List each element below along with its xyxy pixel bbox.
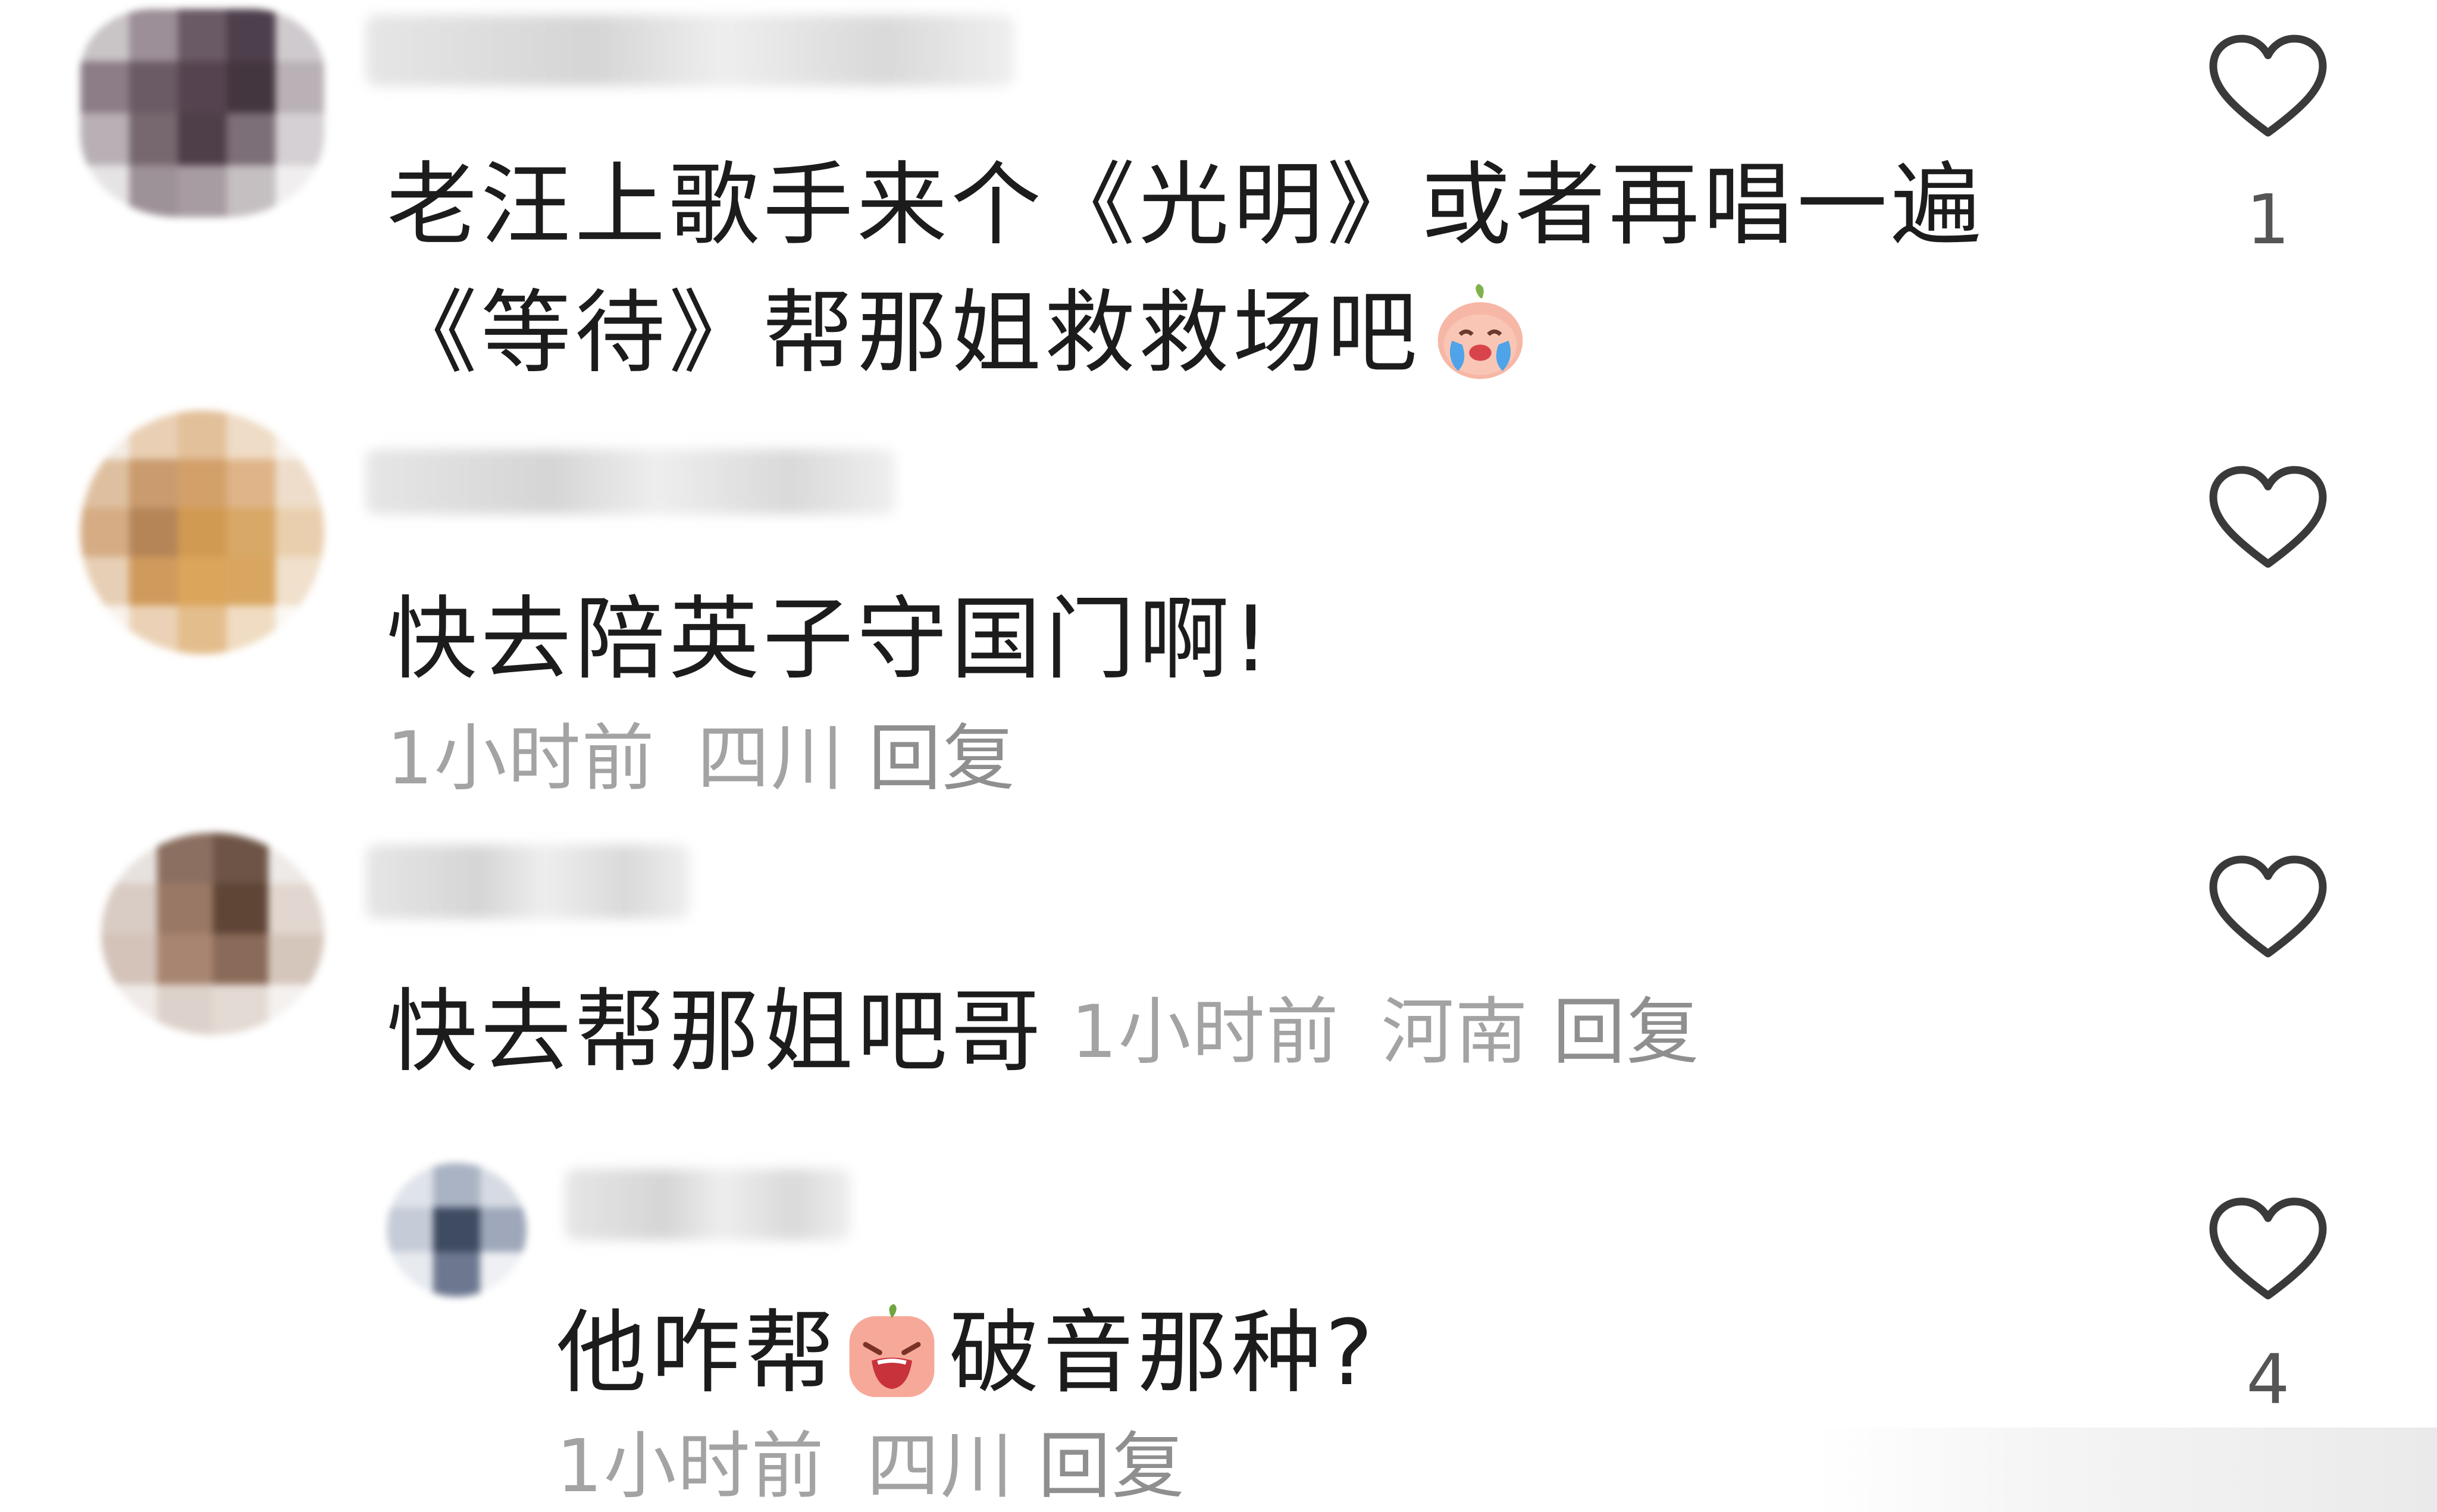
username-blurred[interactable] xyxy=(565,1169,851,1240)
comment-text: 他咋帮 破音那种? xyxy=(556,1291,1377,1416)
comment-text-line: 《等待》帮那姐救救场吧 xyxy=(387,280,1421,385)
crying-peach-emoji xyxy=(1427,282,1534,383)
bottom-fade xyxy=(1815,1428,2437,1512)
location: 四川 xyxy=(866,1424,1014,1508)
username-blurred[interactable] xyxy=(366,15,1014,86)
timestamp: 1小时前 xyxy=(556,1424,825,1508)
comment-text-part: 他咋帮 xyxy=(556,1300,838,1406)
reply-button[interactable]: 回复 xyxy=(869,716,1016,801)
comment-text: 快去陪英子守国门啊! xyxy=(387,586,1273,692)
avatar[interactable] xyxy=(101,833,324,1035)
comment-meta: 1小时前 河南 回复 xyxy=(1071,987,1700,1077)
heart-outline-icon[interactable] xyxy=(2209,1196,2328,1303)
reply-button[interactable]: 回复 xyxy=(1038,1424,1186,1508)
heart-outline-icon[interactable] xyxy=(2209,33,2328,140)
location: 河南 xyxy=(1381,990,1529,1074)
comment-text: 快去帮那姐吧哥 xyxy=(387,970,1045,1094)
username-blurred[interactable] xyxy=(366,845,690,919)
avatar[interactable] xyxy=(80,410,324,654)
location: 四川 xyxy=(697,716,845,801)
comment-text: 老汪上歌手来个《光明》或者再唱一遍 xyxy=(387,152,1985,258)
comment-text-body: 快去帮那姐吧哥 xyxy=(387,979,1045,1084)
reply-button[interactable]: 回复 xyxy=(1553,990,1700,1074)
timestamp: 1小时前 xyxy=(387,716,656,801)
timestamp: 1小时前 xyxy=(1071,990,1340,1074)
heart-outline-icon[interactable] xyxy=(2209,464,2328,571)
comment-meta: 1小时前 四川 回复 xyxy=(556,1422,1186,1511)
heart-outline-icon[interactable] xyxy=(2209,854,2328,961)
comment-meta: 1小时前 四川 回复 xyxy=(387,714,1016,803)
like-count: 4 xyxy=(2246,1340,2290,1420)
screaming-peach-emoji xyxy=(838,1302,945,1403)
like-count: 1 xyxy=(2246,180,2290,260)
avatar[interactable] xyxy=(387,1163,527,1297)
username-blurred[interactable] xyxy=(366,449,895,515)
comment-text-part: 破音那种? xyxy=(949,1300,1377,1406)
avatar[interactable] xyxy=(80,9,324,217)
comment-text: 《等待》帮那姐救救场吧 xyxy=(387,271,1534,396)
